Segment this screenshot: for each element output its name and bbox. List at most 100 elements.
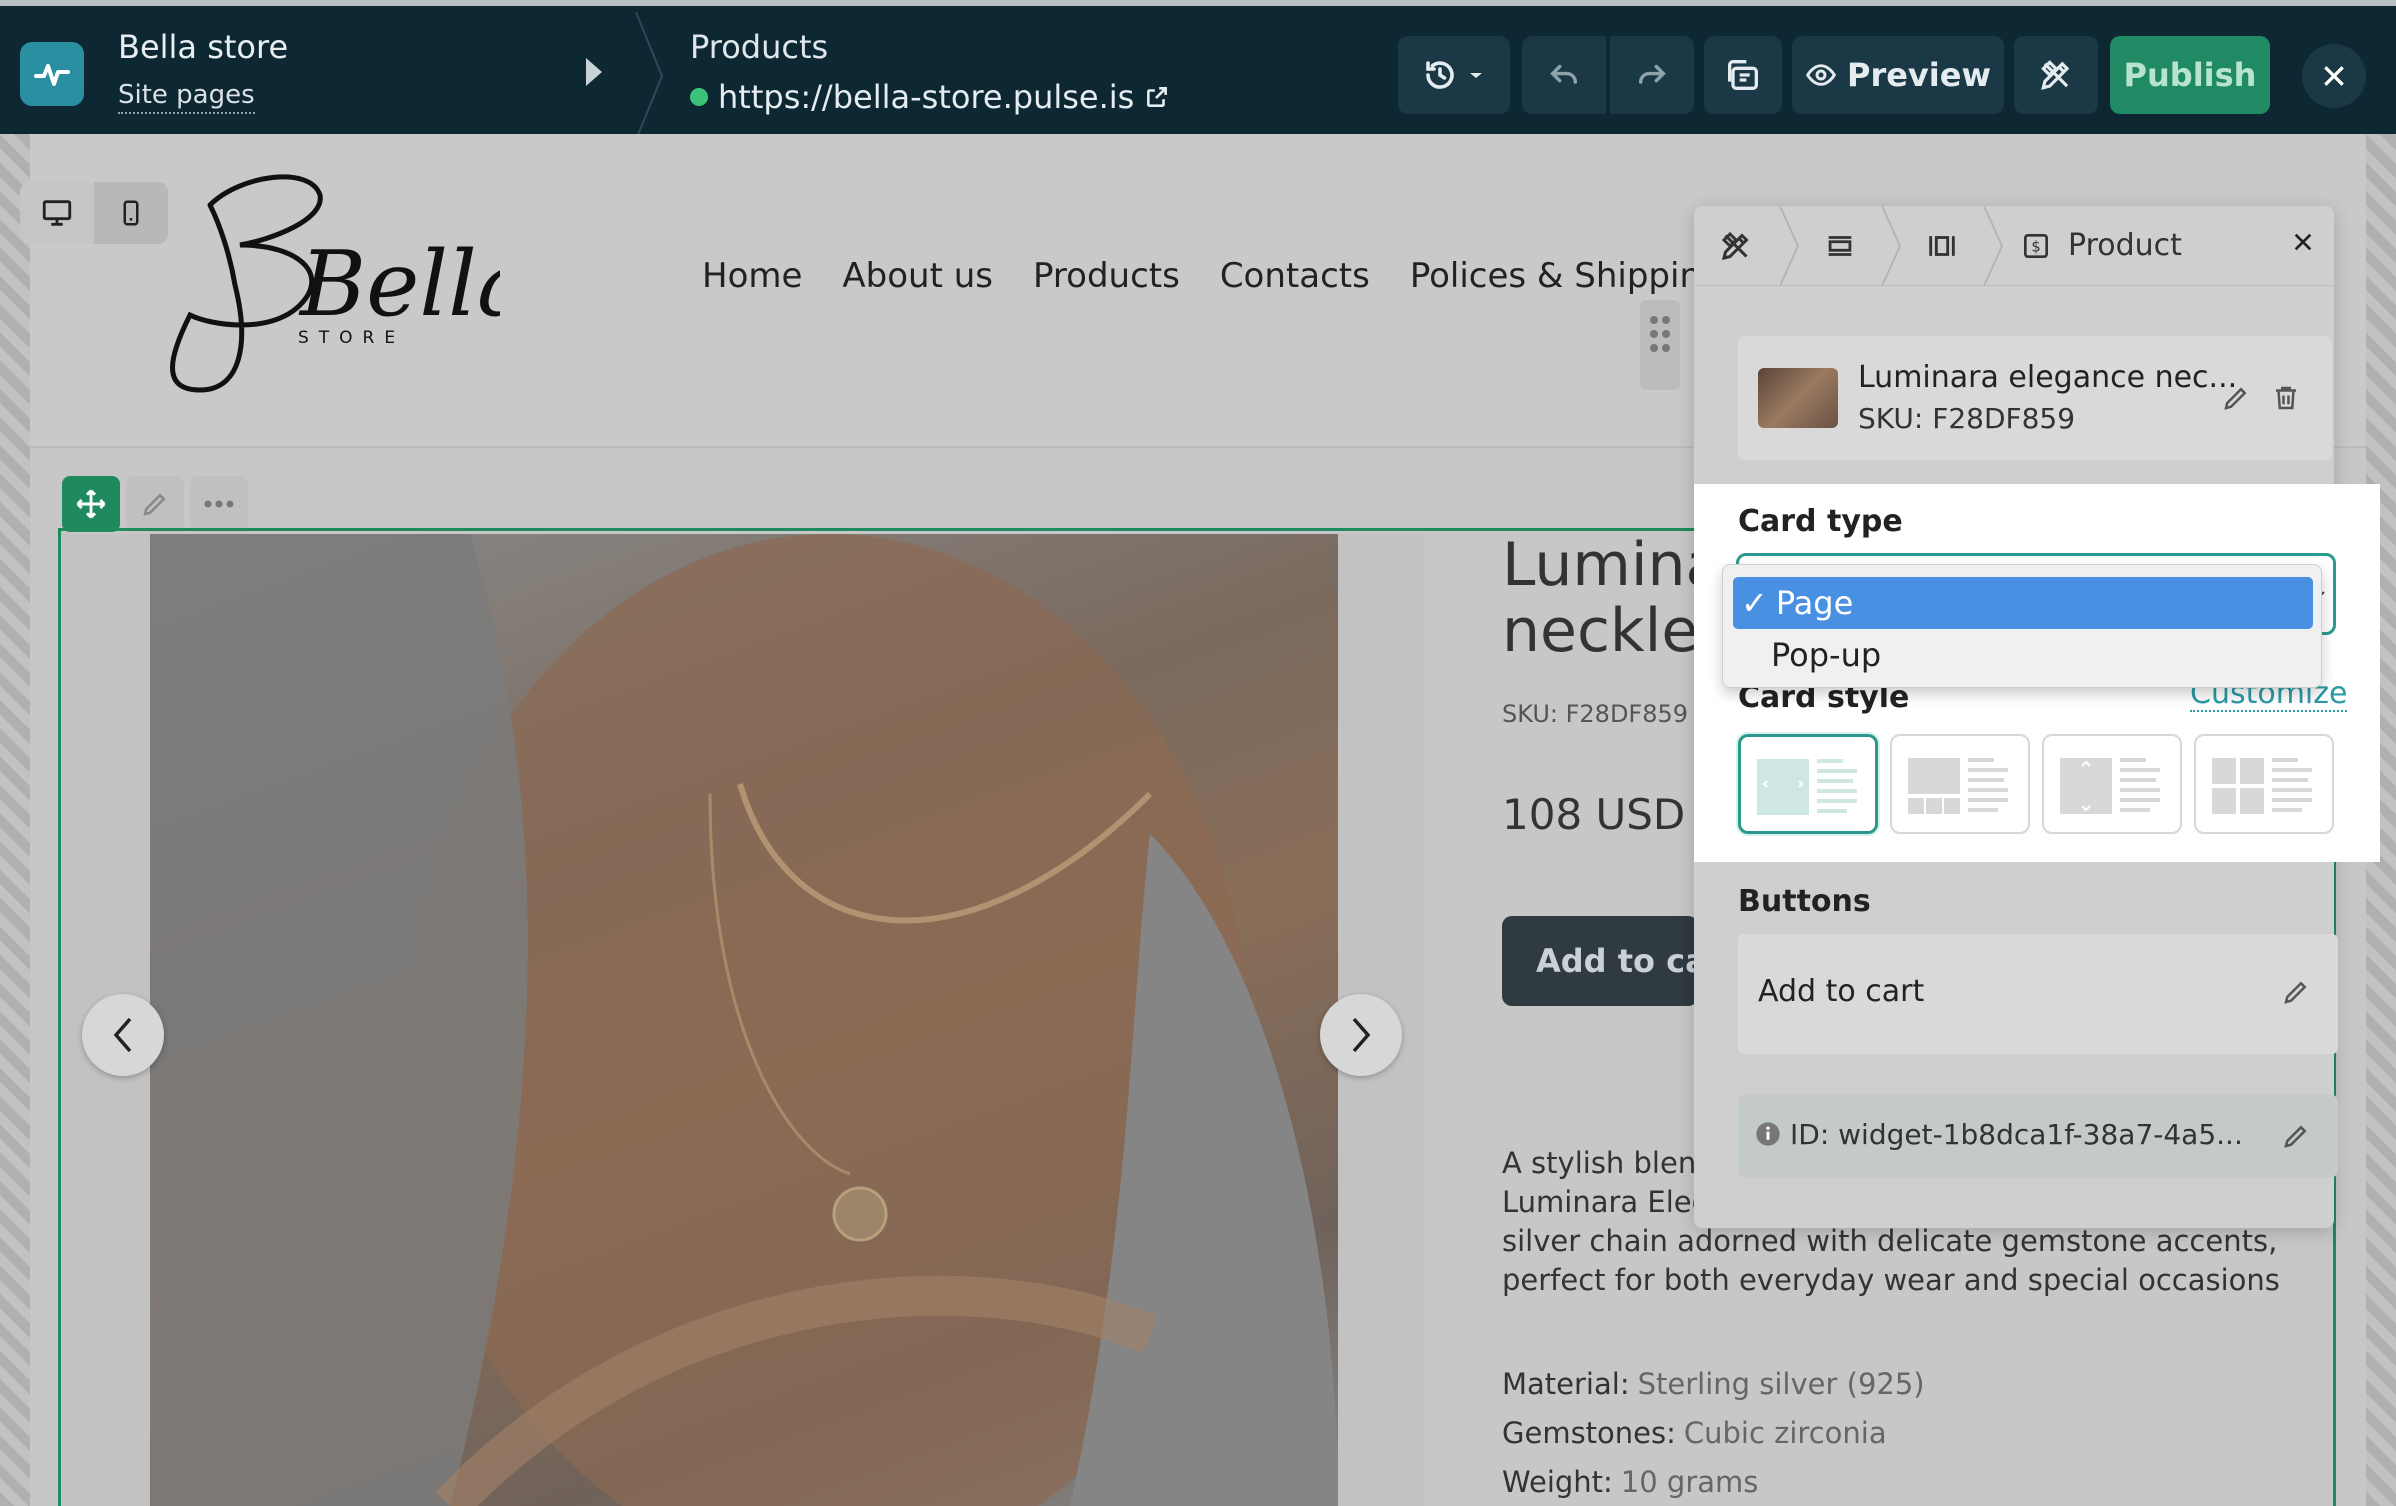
edit-product-button[interactable] <box>2218 380 2254 416</box>
spec-row: Gemstones: Cubic zirconia <box>1502 1409 1925 1458</box>
buttons-label: Buttons <box>1738 884 1871 919</box>
site-name: Bella store <box>118 28 289 66</box>
spec-row: Weight: 10 grams <box>1502 1458 1925 1506</box>
product-price: 108 USD <box>1502 790 1686 839</box>
widget-id-field[interactable]: ID: widget-1b8dca1f-38a7-4a5... <box>1738 1094 2338 1178</box>
pulse-logo-icon[interactable] <box>20 42 84 106</box>
product-title-line1: Lumina <box>1502 532 1702 600</box>
card-type-dropdown: ✓ Page Pop-up <box>1722 564 2322 688</box>
product-icon: $ <box>2024 233 2048 258</box>
card-style-option-2[interactable] <box>1890 734 2030 834</box>
product-sku: SKU: F28DF859 <box>1502 700 1689 728</box>
tab-product-label: Product <box>2068 228 2182 263</box>
site-pages-link[interactable]: Site pages <box>118 80 255 114</box>
nav-item-products[interactable]: Products <box>1033 256 1180 296</box>
button-item-label: Add to cart <box>1758 974 1925 1009</box>
page-settings-button[interactable] <box>1704 36 1782 114</box>
block-toolbar <box>62 476 248 532</box>
svg-text:$: $ <box>2031 238 2040 255</box>
pencil-icon <box>143 493 166 516</box>
desktop-view-button[interactable] <box>20 182 94 244</box>
more-options-button[interactable] <box>190 476 248 532</box>
description-line: Luminara Eleg <box>1502 1185 1698 1219</box>
gallery-next-button[interactable] <box>1320 994 1402 1076</box>
panel-drag-handle[interactable] <box>1640 300 1680 390</box>
history-button[interactable] <box>1398 36 1510 114</box>
card-type-option-page[interactable]: ✓ Page <box>1733 577 2313 629</box>
spec-label: Weight: <box>1502 1465 1613 1499</box>
chevron-down-icon <box>1470 73 1482 78</box>
nav-item-contacts[interactable]: Contacts <box>1220 256 1370 296</box>
option-label: Page <box>1775 584 1854 622</box>
edit-block-button[interactable] <box>126 476 184 532</box>
spec-value: 10 grams <box>1620 1465 1759 1499</box>
page-url-text: https://bella-store.pulse.is <box>718 78 1135 116</box>
design-tools-button[interactable] <box>2014 36 2098 114</box>
editor-topbar: Bella store Site pages Products https://… <box>0 0 2396 140</box>
product-image <box>150 534 1338 1506</box>
canvas-margin-left <box>0 134 30 1506</box>
description-line: A stylish blend <box>1502 1146 1698 1180</box>
widget-id-text: ID: widget-1b8dca1f-38a7-4a5... <box>1790 1118 2243 1151</box>
bella-store-logo[interactable]: Bella STORE <box>150 165 500 395</box>
pencil-icon <box>2284 981 2307 1004</box>
nav-item-about[interactable]: About us <box>842 256 993 296</box>
checkmark-icon: ✓ <box>1741 584 1768 622</box>
option-label: Pop-up <box>1771 636 1882 674</box>
delete-product-button[interactable] <box>2268 380 2304 416</box>
chevron-right-icon <box>1352 1017 1371 1053</box>
move-block-button[interactable] <box>62 476 120 532</box>
preview-button[interactable]: Preview <box>1792 36 2004 114</box>
more-icon <box>204 500 234 508</box>
card-style-option-4[interactable] <box>2194 734 2334 834</box>
spec-label: Gemstones: <box>1502 1416 1676 1450</box>
button-list-item[interactable]: Add to cart <box>1738 934 2338 1054</box>
nav-item-home[interactable]: Home <box>702 256 802 296</box>
section-icon <box>1828 235 1852 256</box>
panel-breadcrumb: $ Product <box>1694 205 2334 286</box>
product-title-line2: neckles <box>1502 596 1702 664</box>
gallery-prev-button[interactable] <box>82 994 164 1076</box>
status-dot <box>690 88 708 106</box>
spec-value: Sterling silver (925) <box>1637 1367 1925 1401</box>
external-link-icon <box>1147 87 1168 107</box>
info-icon <box>1756 1122 1780 1146</box>
site-add-to-cart-button[interactable]: Add to car <box>1502 916 1698 1006</box>
brand-sub: STORE <box>298 328 405 348</box>
description-line: perfect for both everyday wear and speci… <box>1502 1263 2282 1297</box>
page-name: Products <box>690 28 829 66</box>
card-type-option-popup[interactable]: Pop-up <box>1733 629 2313 681</box>
expand-pages-icon[interactable] <box>586 58 602 86</box>
close-editor-button[interactable] <box>2302 44 2366 108</box>
site-nav: Home About us Products Contacts Polices … <box>702 256 1723 296</box>
close-panel-button[interactable] <box>2292 226 2314 261</box>
close-icon <box>2324 66 2344 86</box>
redo-button[interactable] <box>1610 36 1694 114</box>
card-style-option-1[interactable] <box>1738 734 1878 834</box>
page-url-link[interactable]: https://bella-store.pulse.is <box>690 78 1170 116</box>
nav-item-policies[interactable]: Polices & Shipping <box>1410 256 1723 296</box>
design-tools-icon <box>2041 60 2070 90</box>
publish-button[interactable]: Publish <box>2110 36 2270 114</box>
desktop-icon <box>42 200 72 226</box>
card-style-option-3[interactable] <box>2042 734 2182 834</box>
product-specs: Material: Sterling silver (925) Gemstones… <box>1502 1360 1925 1506</box>
tab-section[interactable] <box>1800 206 1880 286</box>
tab-product[interactable]: $ Product <box>2004 206 2204 286</box>
move-icon <box>76 489 106 519</box>
tab-column[interactable] <box>1902 206 1982 286</box>
history-icon <box>1426 61 1454 89</box>
undo-button[interactable] <box>1522 36 1606 114</box>
edit-button-button[interactable] <box>2278 974 2314 1010</box>
trash-icon <box>2276 386 2296 410</box>
selected-product-sku: SKU: F28DF859 <box>1858 402 2076 435</box>
tab-design[interactable] <box>1694 206 1778 286</box>
drag-dots-icon <box>1650 316 1670 352</box>
spec-value: Cubic zirconia <box>1683 1416 1887 1450</box>
selected-product-card[interactable]: Luminara elegance nec... SKU: F28DF859 <box>1738 336 2332 460</box>
eye-icon <box>1805 64 1837 86</box>
selected-product-name: Luminara elegance nec... <box>1858 360 2238 395</box>
mobile-icon <box>123 200 139 226</box>
design-tools-icon <box>1721 231 1749 260</box>
edit-id-button[interactable] <box>2278 1118 2314 1154</box>
